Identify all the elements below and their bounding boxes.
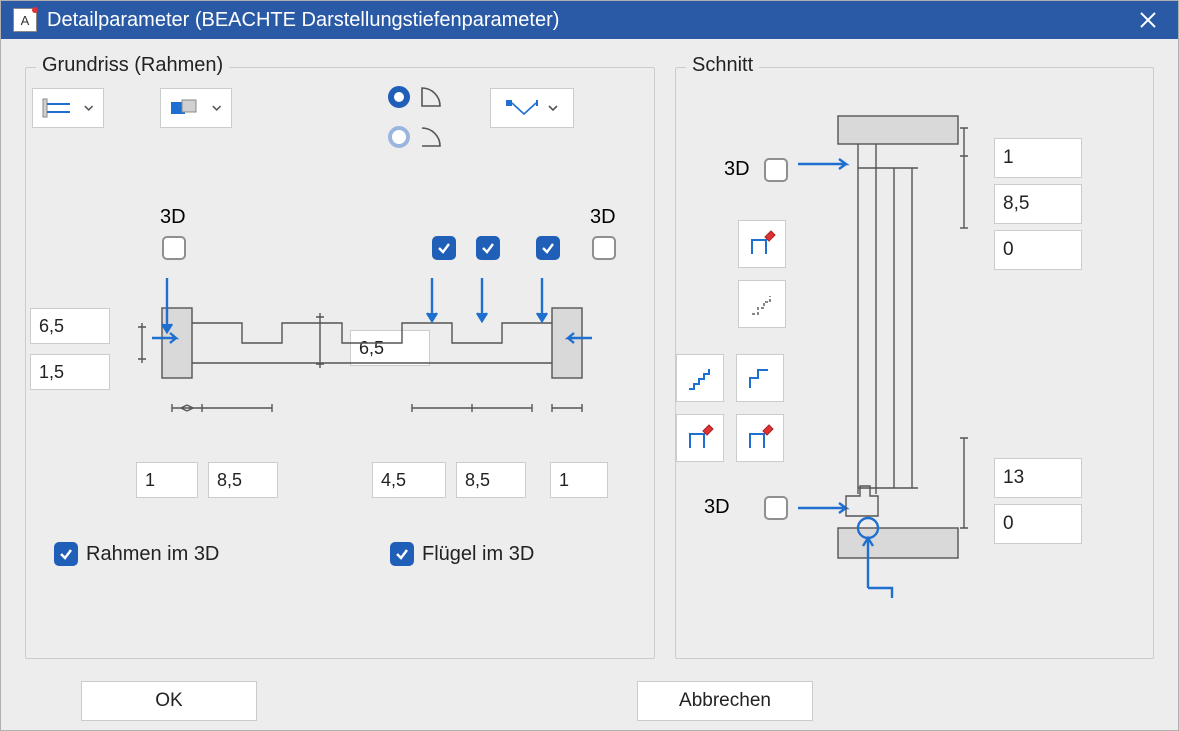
- input-section-1[interactable]: 1: [994, 138, 1082, 178]
- group-plan: Grundriss (Rahmen): [25, 67, 655, 659]
- combo-opening-symbol[interactable]: [490, 88, 574, 128]
- opening-symbol-icon: [504, 96, 538, 120]
- chevron-down-icon: [82, 101, 95, 115]
- btn-profile-step2[interactable]: [736, 354, 784, 402]
- combo-frame-style[interactable]: [32, 88, 104, 128]
- arc-cw-icon: [418, 84, 452, 110]
- app-icon: A: [13, 8, 37, 32]
- input-section-5[interactable]: 0: [994, 504, 1082, 544]
- chk-plan-col5[interactable]: [592, 236, 616, 260]
- section-3d-bottom-label: 3D: [704, 496, 730, 519]
- input-plan-row2[interactable]: 8,5: [208, 462, 278, 498]
- window-title: Detailparameter (BEACHTE Darstellungstie…: [47, 9, 559, 32]
- input-section-3[interactable]: 0: [994, 230, 1082, 270]
- radio-opening-ccw[interactable]: [388, 126, 410, 148]
- btn-edit-bottom-left[interactable]: [676, 414, 724, 462]
- input-section-4[interactable]: 13: [994, 458, 1082, 498]
- input-plan-row4[interactable]: 8,5: [456, 462, 526, 498]
- btn-profile-stair[interactable]: [676, 354, 724, 402]
- group-plan-label: Grundriss (Rahmen): [36, 54, 229, 77]
- btn-edit-top[interactable]: [738, 220, 786, 268]
- chk-fluegel-3d[interactable]: [390, 542, 414, 566]
- radio-opening-cw[interactable]: [388, 86, 410, 108]
- section-diagram: [798, 108, 994, 618]
- group-section: Schnitt 3D 3D 1 8,5 0 13: [675, 67, 1154, 659]
- dialog-footer: OK Abbrechen: [1, 671, 1178, 730]
- chk-fluegel-3d-label: Flügel im 3D: [422, 543, 534, 566]
- dialog-window: A Detailparameter (BEACHTE Darstellungst…: [0, 0, 1179, 731]
- dialog-body: Grundriss (Rahmen): [1, 39, 1178, 671]
- title-bar: A Detailparameter (BEACHTE Darstellungst…: [1, 1, 1178, 39]
- ok-button[interactable]: OK: [81, 681, 257, 721]
- chk-plan-col1[interactable]: [162, 236, 186, 260]
- chk-rahmen-3d[interactable]: [54, 542, 78, 566]
- plan-3d-right-label: 3D: [590, 206, 616, 229]
- btn-profile-step[interactable]: [738, 280, 786, 328]
- frame-style-icon: [41, 96, 74, 120]
- section-3d-top-label: 3D: [724, 158, 750, 181]
- input-plan-a[interactable]: 6,5: [30, 308, 110, 344]
- input-plan-row1[interactable]: 1: [136, 462, 198, 498]
- chk-section-bottom-3d[interactable]: [764, 496, 788, 520]
- chevron-down-icon: [210, 101, 223, 115]
- chk-plan-col3[interactable]: [476, 236, 500, 260]
- input-plan-row3[interactable]: 4,5: [372, 462, 446, 498]
- combo-sash-style[interactable]: [160, 88, 232, 128]
- arc-ccw-icon: [418, 124, 452, 150]
- group-section-label: Schnitt: [686, 54, 759, 77]
- chk-rahmen-3d-label: Rahmen im 3D: [86, 543, 219, 566]
- plan-diagram: [112, 268, 632, 458]
- chk-section-top-3d[interactable]: [764, 158, 788, 182]
- chk-plan-col4[interactable]: [536, 236, 560, 260]
- input-plan-b[interactable]: 1,5: [30, 354, 110, 390]
- chevron-down-icon: [546, 101, 560, 115]
- cancel-button[interactable]: Abbrechen: [637, 681, 813, 721]
- btn-edit-bottom-right[interactable]: [736, 414, 784, 462]
- plan-3d-left-label: 3D: [160, 206, 186, 229]
- input-section-2[interactable]: 8,5: [994, 184, 1082, 224]
- input-plan-row5[interactable]: 1: [550, 462, 608, 498]
- close-button[interactable]: [1130, 2, 1166, 38]
- sash-style-icon: [169, 96, 202, 120]
- chk-plan-col2[interactable]: [432, 236, 456, 260]
